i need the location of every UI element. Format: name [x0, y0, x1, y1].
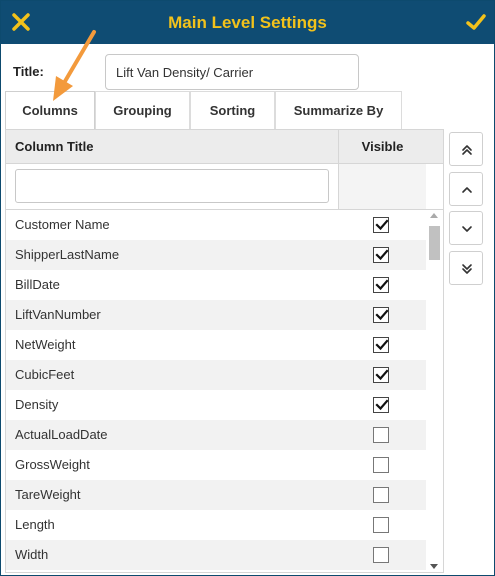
table-row[interactable]: GrossWeight: [6, 450, 426, 480]
filter-row: [6, 164, 443, 210]
visible-checkbox[interactable]: [373, 517, 389, 533]
table-row[interactable]: LiftVanNumber: [6, 300, 426, 330]
table-row[interactable]: TareWeight: [6, 480, 426, 510]
visible-checkbox[interactable]: [373, 487, 389, 503]
tab-bar: Columns Grouping Sorting Summarize By: [5, 91, 425, 129]
visible-checkbox[interactable]: [373, 337, 389, 353]
visible-checkbox[interactable]: [373, 277, 389, 293]
confirm-button[interactable]: [464, 10, 488, 34]
move-up-icon: [462, 187, 472, 193]
table-row[interactable]: NetWeight: [6, 330, 426, 360]
table-row[interactable]: Width: [6, 540, 426, 570]
column-name-cell: TareWeight: [15, 487, 81, 502]
column-name-cell: LiftVanNumber: [15, 307, 101, 322]
move-to-bottom-button[interactable]: [449, 251, 483, 285]
title-field-row: Title:: [13, 64, 44, 79]
move-to-top-icon: [462, 145, 472, 155]
move-to-bottom-icon: [462, 264, 472, 274]
column-name-cell: NetWeight: [15, 337, 76, 352]
dialog-titlebar: Main Level Settings: [1, 1, 494, 44]
column-name-cell: GrossWeight: [15, 457, 90, 472]
table-row[interactable]: CubicFeet: [6, 360, 426, 390]
title-label: Title:: [13, 64, 44, 79]
table-row[interactable]: ShipperLastName: [6, 240, 426, 270]
move-down-icon: [462, 226, 472, 232]
dialog-title: Main Level Settings: [168, 13, 327, 32]
column-name-cell: Width: [15, 547, 49, 562]
visible-checkbox[interactable]: [373, 457, 389, 473]
table-row[interactable]: ActualLoadDate: [6, 420, 426, 450]
scrollbar-thumb[interactable]: [429, 226, 440, 260]
column-name-cell: BillDate: [15, 277, 60, 292]
column-name-cell: CubicFeet: [15, 367, 75, 382]
checkmark-icon: [466, 14, 486, 30]
grid-rows: Customer Name ShipperLastName BillDate Lift…: [6, 210, 426, 572]
column-name-cell: ActualLoadDate: [15, 427, 108, 442]
tab-columns[interactable]: Columns: [5, 91, 95, 129]
checkmark-icon: [375, 369, 389, 381]
visible-checkbox[interactable]: [373, 217, 389, 233]
tab-grouping[interactable]: Grouping: [95, 91, 190, 129]
move-up-button[interactable]: [449, 172, 483, 206]
column-name-cell: ShipperLastName: [15, 247, 120, 262]
table-row[interactable]: Length: [6, 510, 426, 540]
table-row[interactable]: Density: [6, 390, 426, 420]
visible-checkbox[interactable]: [373, 397, 389, 413]
visible-checkbox[interactable]: [373, 547, 389, 563]
grid-header: Column Title Visible: [6, 130, 443, 164]
move-to-top-button[interactable]: [449, 132, 483, 166]
column-title-filter-input[interactable]: [15, 169, 329, 203]
vertical-scrollbar[interactable]: [426, 210, 443, 572]
scroll-up-icon[interactable]: [430, 213, 438, 218]
visible-checkbox[interactable]: [373, 427, 389, 443]
move-down-button[interactable]: [449, 211, 483, 245]
scroll-down-icon[interactable]: [430, 564, 438, 569]
visible-filter-cell: [338, 164, 426, 209]
tab-summarize-by[interactable]: Summarize By: [275, 91, 402, 129]
visible-checkbox[interactable]: [373, 307, 389, 323]
checkmark-icon: [375, 249, 389, 261]
columns-grid: Column Title Visible Customer Name Shippe…: [5, 129, 444, 573]
column-title-header[interactable]: Column Title: [15, 130, 93, 164]
checkmark-icon: [375, 309, 389, 321]
column-name-cell: Customer Name: [15, 217, 110, 232]
column-name-cell: Length: [15, 517, 55, 532]
visible-header[interactable]: Visible: [338, 130, 426, 164]
table-row[interactable]: BillDate: [6, 270, 426, 300]
settings-dialog: Main Level Settings Title: Columns Group…: [0, 0, 495, 576]
checkmark-icon: [375, 219, 389, 231]
table-row[interactable]: Customer Name: [6, 210, 426, 240]
column-name-cell: Density: [15, 397, 59, 412]
checkmark-icon: [375, 339, 389, 351]
checkmark-icon: [375, 399, 389, 411]
title-input[interactable]: [105, 54, 359, 90]
tab-sorting[interactable]: Sorting: [190, 91, 275, 129]
checkmark-icon: [375, 279, 389, 291]
visible-checkbox[interactable]: [373, 247, 389, 263]
visible-checkbox[interactable]: [373, 367, 389, 383]
